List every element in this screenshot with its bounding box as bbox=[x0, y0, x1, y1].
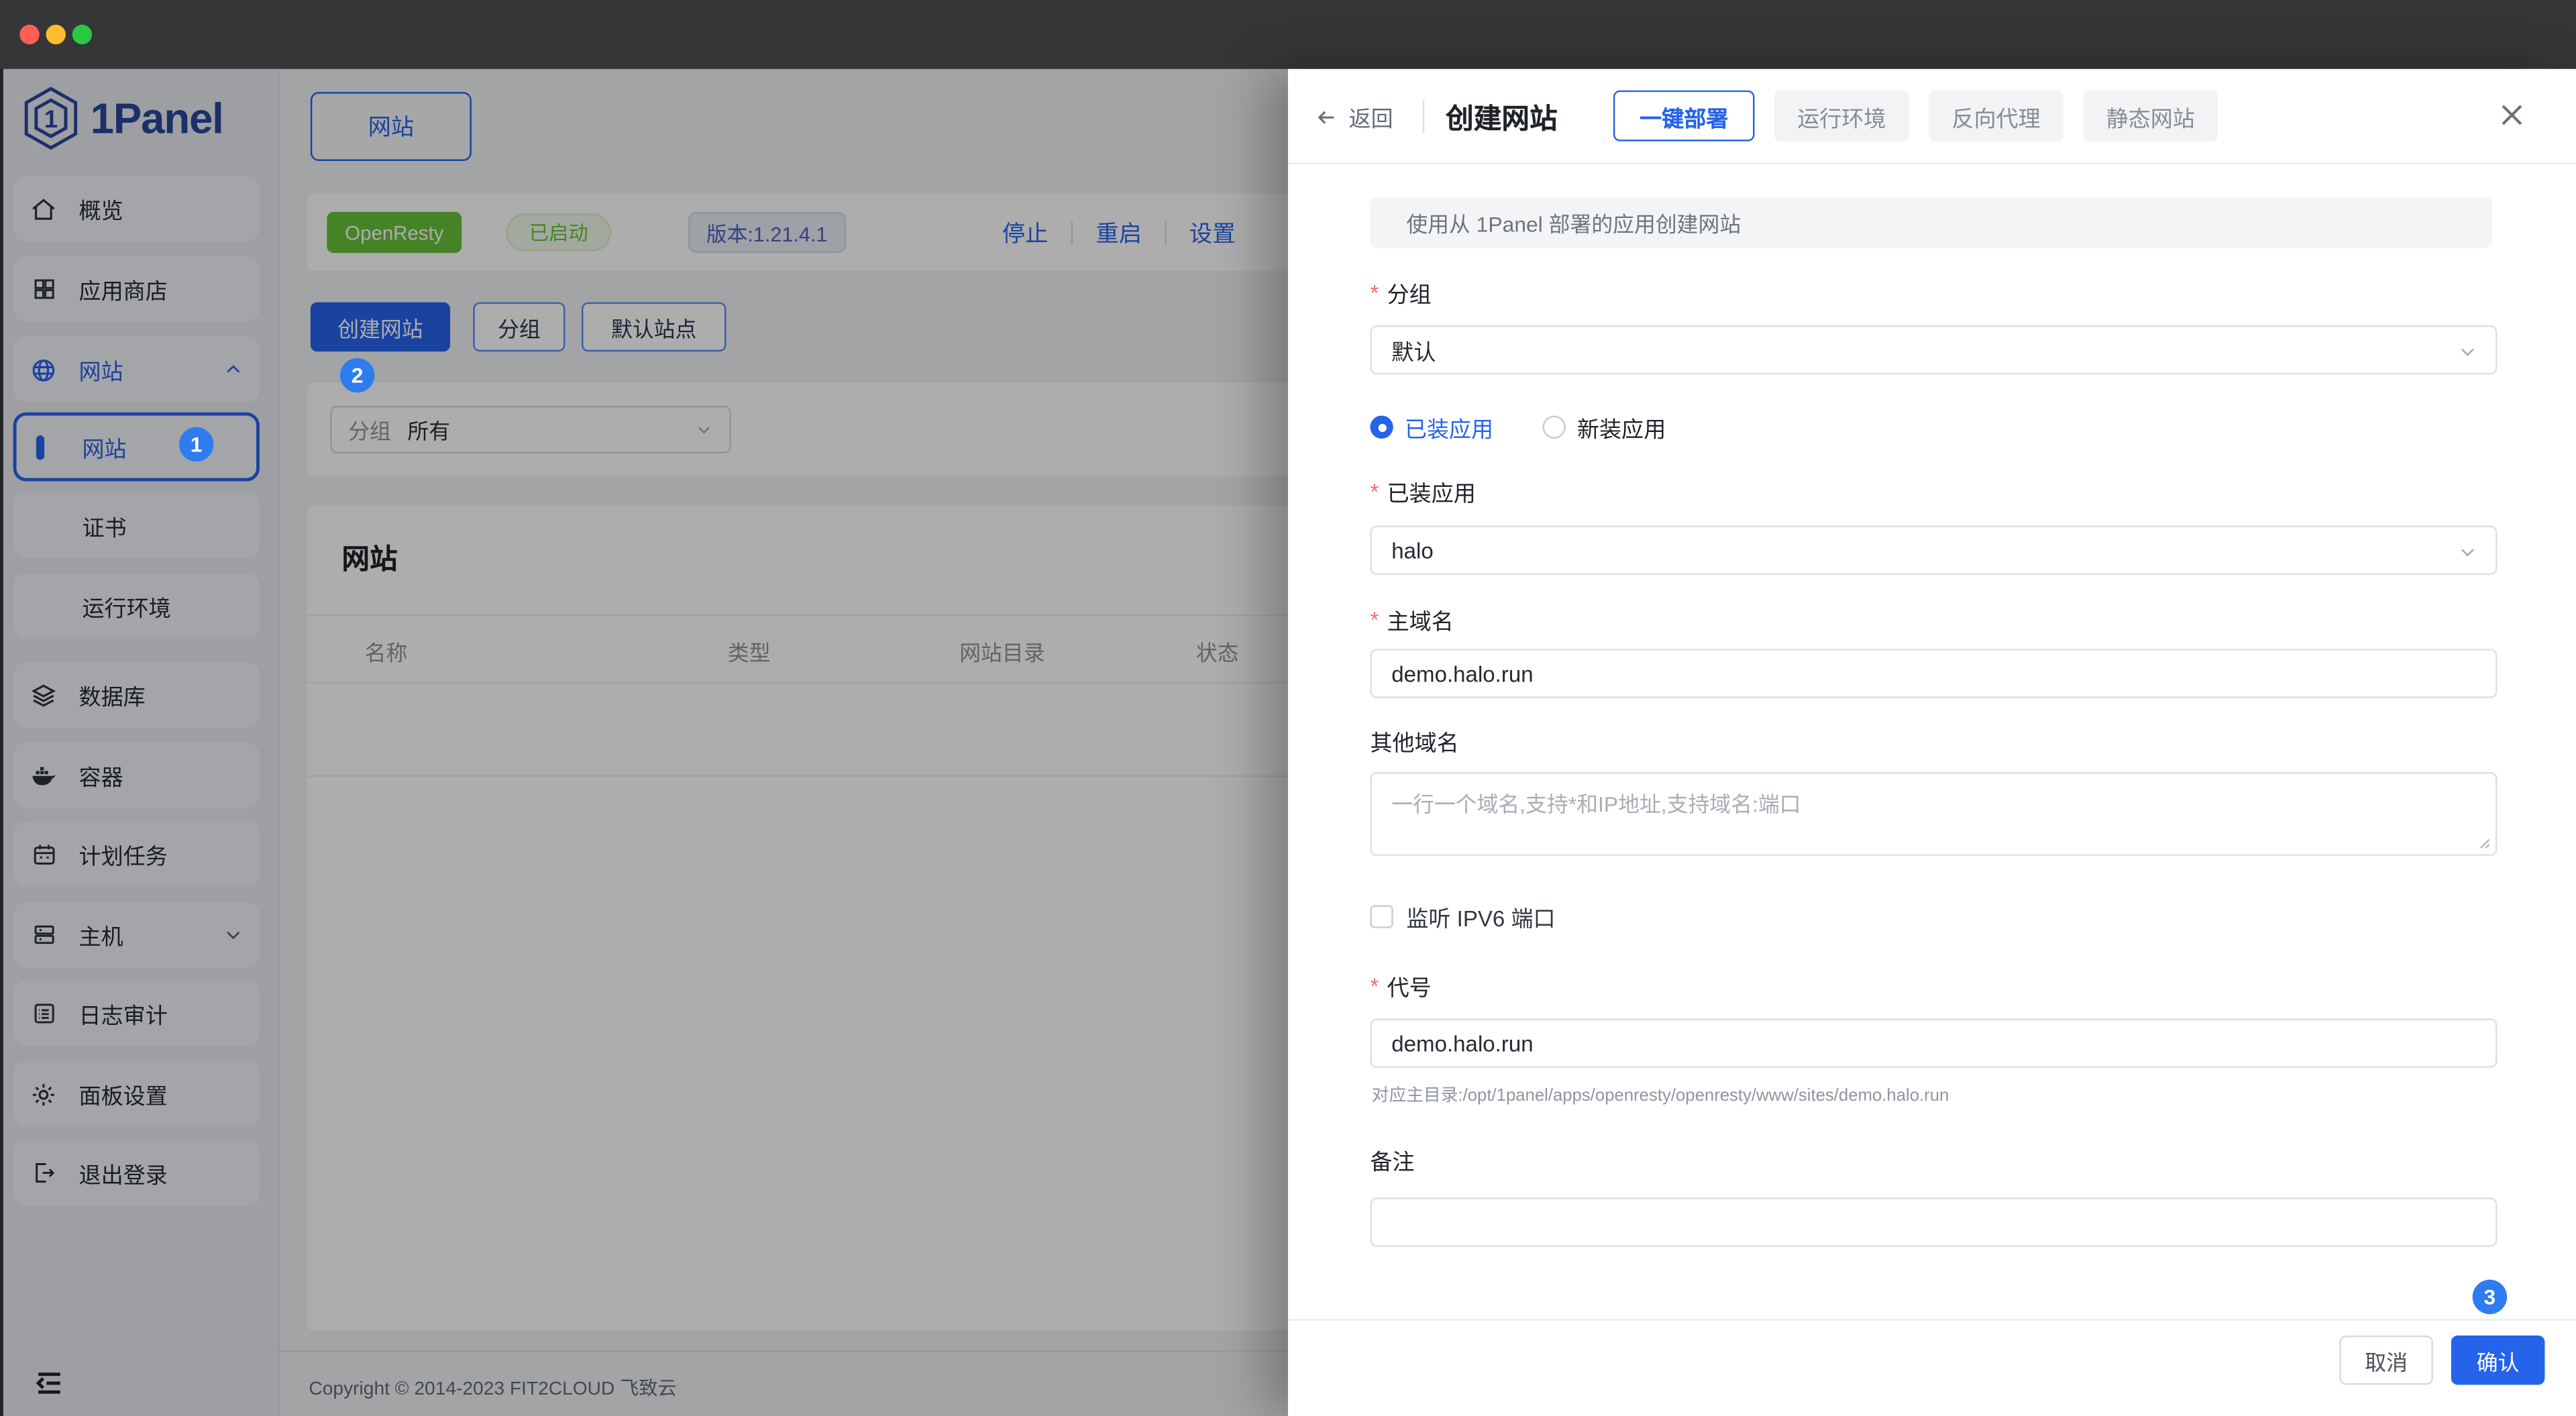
back-arrow-icon bbox=[1318, 110, 1334, 123]
annotation-step-2-badge: 2 bbox=[339, 358, 375, 393]
group-select-value: 默认 bbox=[1391, 339, 1436, 365]
installed-app-radio-label[interactable]: 已装应用 bbox=[1405, 411, 1493, 443]
installed-app-radio[interactable] bbox=[1370, 415, 1393, 439]
tab-static-site[interactable]: 静态网站 bbox=[2083, 90, 2218, 142]
app-mode-radio-group: 已装应用 新装应用 bbox=[1370, 411, 1666, 443]
divider bbox=[1422, 100, 1425, 133]
chevron-down-icon bbox=[2458, 341, 2477, 361]
installed-app-select[interactable]: halo bbox=[1370, 525, 2498, 576]
installed-app-field-label: 已装应用 bbox=[1370, 476, 1476, 506]
remark-input[interactable] bbox=[1370, 1197, 2498, 1247]
annotation-step-3-badge: 3 bbox=[2472, 1279, 2508, 1315]
annotation-step-1-badge: 1 bbox=[178, 427, 214, 462]
app-window: 1 1Panel 概览 应用商店 网站 网站 证书 运行环境 数据库 容器 计划… bbox=[0, 0, 2576, 1416]
primary-domain-input[interactable]: demo.halo.run bbox=[1370, 649, 2498, 698]
new-app-radio[interactable] bbox=[1542, 415, 1566, 439]
group-select[interactable]: 默认 bbox=[1370, 325, 2498, 375]
installed-app-select-value: halo bbox=[1391, 538, 1434, 563]
drawer-title: 创建网站 bbox=[1446, 103, 1558, 135]
other-domains-field-label: 其他域名 bbox=[1370, 730, 1459, 756]
code-input[interactable]: demo.halo.run bbox=[1370, 1018, 2498, 1068]
back-button[interactable]: 返回 bbox=[1314, 100, 1393, 133]
drawer-header: 返回 创建网站 一键部署 运行环境 反向代理 静态网站 bbox=[1288, 69, 2576, 164]
primary-domain-field-label: 主域名 bbox=[1370, 604, 1454, 635]
info-banner: 使用从 1Panel 部署的应用创建网站 bbox=[1370, 197, 2493, 248]
group-field-label: 分组 bbox=[1370, 278, 1432, 307]
cancel-button[interactable]: 取消 bbox=[2339, 1336, 2433, 1385]
chevron-down-icon bbox=[2458, 542, 2477, 561]
resize-handle-icon[interactable] bbox=[2476, 834, 2491, 849]
tab-reverse-proxy[interactable]: 反向代理 bbox=[1929, 90, 2063, 142]
tab-runtime[interactable]: 运行环境 bbox=[1774, 90, 1909, 142]
window-titlebar bbox=[0, 0, 2576, 69]
minimize-window-button[interactable] bbox=[46, 24, 66, 45]
other-domains-placeholder: 一行一个域名,支持*和IP地址,支持域名:端口 bbox=[1391, 792, 1801, 817]
create-website-drawer: 返回 创建网站 一键部署 运行环境 反向代理 静态网站 使用从 1Panel 部… bbox=[1288, 68, 2576, 1416]
confirm-button[interactable]: 确认 bbox=[2451, 1336, 2545, 1385]
code-field-label: 代号 bbox=[1370, 971, 1432, 1001]
back-label: 返回 bbox=[1348, 107, 1393, 131]
other-domains-textarea[interactable]: 一行一个域名,支持*和IP地址,支持域名:端口 bbox=[1370, 772, 2498, 856]
modal-dim-overlay[interactable] bbox=[0, 68, 1289, 1416]
zoom-window-button[interactable] bbox=[72, 24, 93, 45]
new-app-radio-label[interactable]: 新装应用 bbox=[1577, 411, 1666, 443]
ipv6-checkbox-row: 监听 IPV6 端口 bbox=[1370, 900, 1556, 933]
code-helper-text: 对应主目录:/opt/1panel/apps/openresty/openres… bbox=[1371, 1085, 1949, 1106]
close-window-button[interactable] bbox=[19, 24, 40, 45]
ipv6-checkbox[interactable] bbox=[1370, 905, 1393, 928]
close-icon[interactable] bbox=[2494, 97, 2530, 133]
primary-domain-value: demo.halo.run bbox=[1391, 661, 1534, 686]
code-value: demo.halo.run bbox=[1391, 1030, 1534, 1056]
tab-one-click-deploy[interactable]: 一键部署 bbox=[1613, 90, 1755, 142]
remark-field-label: 备注 bbox=[1370, 1150, 1415, 1175]
drawer-footer-divider bbox=[1288, 1319, 2576, 1321]
ipv6-checkbox-label[interactable]: 监听 IPV6 端口 bbox=[1406, 900, 1555, 933]
